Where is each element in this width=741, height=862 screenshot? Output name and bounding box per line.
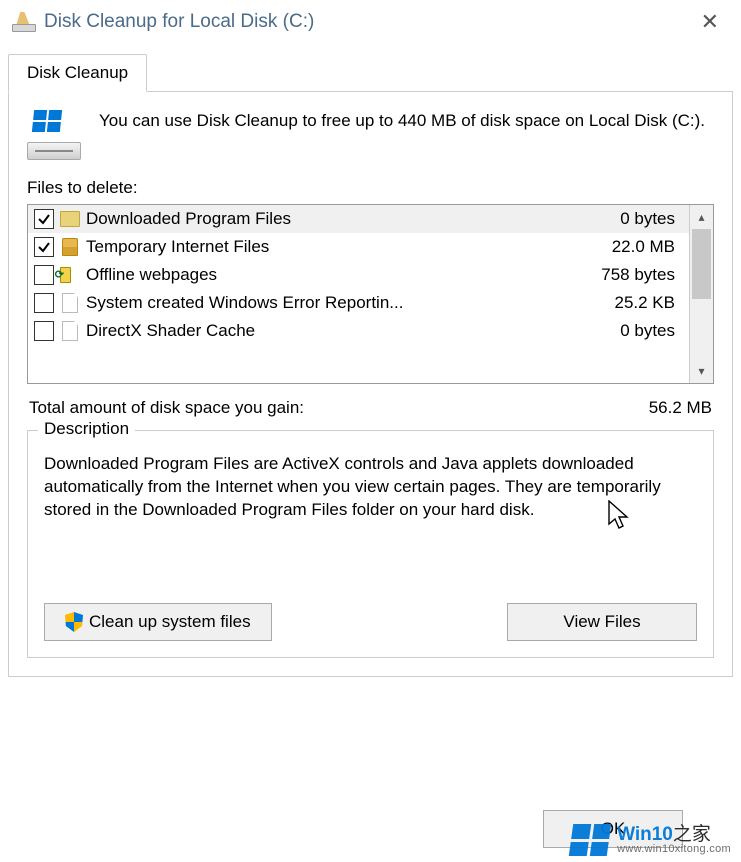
description-group: Description Downloaded Program Files are…	[27, 430, 714, 658]
scroll-track[interactable]	[690, 229, 713, 359]
files-to-delete-label: Files to delete:	[27, 178, 714, 198]
file-icon	[60, 292, 80, 314]
tab-disk-cleanup[interactable]: Disk Cleanup	[8, 54, 147, 92]
intro-row: You can use Disk Cleanup to free up to 4…	[27, 110, 714, 160]
watermark-suffix: 之家	[673, 824, 711, 845]
windows-logo-icon	[569, 824, 611, 856]
title-bar: Disk Cleanup for Local Disk (C:) ✕	[0, 0, 741, 44]
list-item[interactable]: Downloaded Program Files 0 bytes	[28, 205, 689, 233]
list-item[interactable]: DirectX Shader Cache 0 bytes	[28, 317, 689, 345]
list-item[interactable]: Temporary Internet Files 22.0 MB	[28, 233, 689, 261]
checkbox[interactable]	[34, 209, 54, 229]
scroll-down-icon[interactable]: ▾	[690, 359, 713, 383]
item-name: Temporary Internet Files	[86, 237, 606, 257]
checkbox[interactable]	[34, 237, 54, 257]
scrollbar[interactable]: ▴ ▾	[689, 205, 713, 383]
web-icon	[60, 264, 80, 286]
item-size: 25.2 KB	[615, 293, 682, 313]
watermark: Win10之家 www.win10xitong.com	[571, 824, 731, 856]
file-icon	[60, 320, 80, 342]
close-icon[interactable]: ✕	[691, 5, 729, 39]
watermark-url: www.win10xitong.com	[617, 844, 731, 855]
files-list: Downloaded Program Files 0 bytes Temporary…	[27, 204, 714, 384]
item-name: System created Windows Error Reportin...	[86, 293, 609, 313]
item-size: 0 bytes	[620, 209, 681, 229]
item-size: 0 bytes	[620, 321, 681, 341]
item-name: Downloaded Program Files	[86, 209, 614, 229]
drive-icon	[27, 110, 81, 160]
description-text: Downloaded Program Files are ActiveX con…	[44, 453, 697, 573]
checkbox[interactable]	[34, 265, 54, 285]
list-item[interactable]: System created Windows Error Reportin...…	[28, 289, 689, 317]
item-size: 758 bytes	[601, 265, 681, 285]
drive-cleanup-icon	[12, 12, 36, 32]
intro-text: You can use Disk Cleanup to free up to 4…	[99, 110, 705, 133]
scroll-up-icon[interactable]: ▴	[690, 205, 713, 229]
watermark-brand: Win10	[617, 824, 673, 845]
description-heading: Description	[38, 419, 135, 439]
tab-strip: Disk Cleanup	[8, 54, 733, 92]
tab-panel: You can use Disk Cleanup to free up to 4…	[8, 91, 733, 677]
checkbox[interactable]	[34, 321, 54, 341]
uac-shield-icon	[65, 612, 83, 632]
total-label: Total amount of disk space you gain:	[29, 398, 304, 418]
item-name: DirectX Shader Cache	[86, 321, 614, 341]
checkbox[interactable]	[34, 293, 54, 313]
lock-icon	[60, 236, 80, 258]
scroll-thumb[interactable]	[692, 229, 711, 299]
cleanup-button-label: Clean up system files	[89, 612, 251, 632]
item-size: 22.0 MB	[612, 237, 681, 257]
window-title: Disk Cleanup for Local Disk (C:)	[44, 11, 691, 33]
total-value: 56.2 MB	[649, 398, 712, 418]
cleanup-system-files-button[interactable]: Clean up system files	[44, 603, 272, 641]
total-row: Total amount of disk space you gain: 56.…	[29, 398, 712, 418]
folder-icon	[60, 208, 80, 230]
view-files-label: View Files	[563, 612, 640, 632]
item-name: Offline webpages	[86, 265, 595, 285]
view-files-button[interactable]: View Files	[507, 603, 697, 641]
list-item[interactable]: Offline webpages 758 bytes	[28, 261, 689, 289]
